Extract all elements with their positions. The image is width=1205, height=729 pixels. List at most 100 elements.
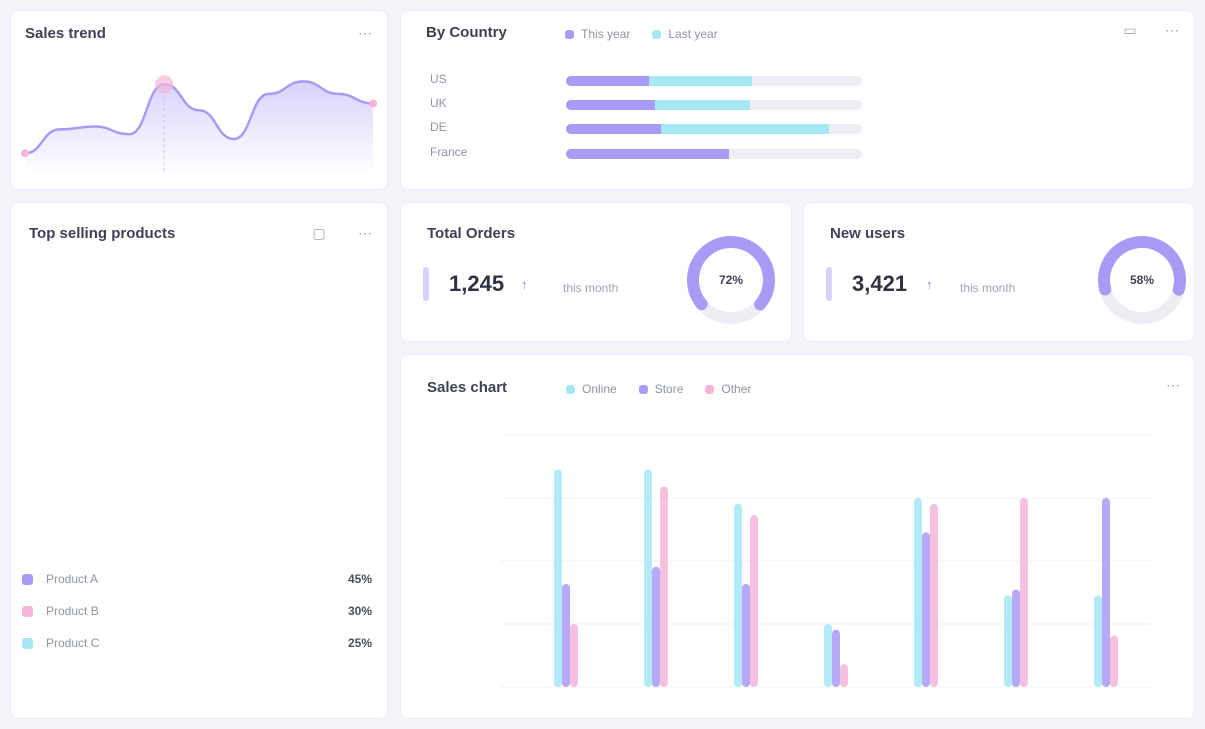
country-bar-this-year	[566, 100, 655, 110]
card-title: Sales trend	[25, 25, 106, 42]
bar-store-4	[922, 532, 930, 687]
bar-store-3	[832, 629, 840, 687]
legend-item: Last year	[652, 27, 718, 41]
more-icon[interactable]: ⋯	[1161, 373, 1185, 397]
legend-item: This year	[565, 27, 630, 41]
bar-other-0	[570, 624, 578, 687]
country-bar-track	[566, 124, 862, 134]
product-name: Product A	[46, 572, 99, 586]
stat-accent	[826, 267, 832, 301]
legend-swatch	[705, 384, 715, 394]
product-value: 30%	[347, 604, 372, 618]
country-legend: This year Last year	[565, 27, 718, 41]
bar-online-5	[1004, 595, 1012, 687]
card-title: Total Orders	[427, 225, 516, 242]
bar-store-6	[1102, 498, 1110, 687]
product-value: 45%	[347, 572, 372, 586]
total-orders-card: Total Orders 1,245 ↑ this month 72%	[400, 202, 792, 342]
product-legend-row: Product C 25%	[22, 634, 372, 654]
bar-store-5	[1012, 589, 1020, 687]
bar-online-3	[824, 624, 832, 687]
bar-other-1	[660, 486, 668, 687]
legend-item: Other	[705, 382, 751, 396]
country-row: UK	[430, 94, 870, 114]
donut-percent: 58%	[1130, 273, 1154, 287]
users-donut: 58%	[1098, 236, 1186, 324]
country-bar-last-year	[654, 100, 750, 110]
legend-label: Other	[721, 382, 752, 396]
legend-swatch	[566, 384, 575, 394]
bar-store-0	[562, 583, 570, 687]
country-row: DE	[430, 118, 870, 138]
country-bar-track	[566, 149, 862, 159]
product-name: Product C	[46, 636, 100, 650]
sales-bar-chart	[501, 434, 1151, 688]
card-title: Sales chart	[427, 379, 508, 396]
legend-swatch	[22, 606, 33, 617]
product-value: 25%	[347, 636, 372, 650]
sales-trend-chart	[21, 75, 377, 175]
bar-online-0	[554, 469, 562, 687]
trend-up-icon: ↑	[926, 277, 933, 292]
sales-chart-card: Sales chart Online Store Other ⋯	[400, 354, 1195, 719]
country-bar-this-year	[566, 76, 649, 86]
legend-swatch	[638, 384, 648, 394]
legend-label: This year	[581, 27, 631, 41]
trend-up-icon: ↑	[521, 277, 528, 292]
legend-label: Store	[654, 382, 684, 396]
trend-end-point	[369, 99, 377, 108]
country-bar-track	[566, 100, 862, 110]
legend-item: Online	[566, 382, 617, 396]
legend-swatch	[652, 29, 662, 39]
country-bar-last-year	[648, 76, 753, 86]
legend-swatch	[22, 638, 33, 649]
bar-online-1	[644, 469, 652, 687]
bar-store-1	[652, 566, 660, 687]
country-bar-track	[566, 76, 862, 86]
legend-label: Online	[582, 382, 617, 396]
legend-swatch	[22, 574, 33, 585]
product-name: Product B	[46, 604, 99, 618]
country-label: DE	[430, 120, 447, 134]
country-label: UK	[430, 96, 447, 110]
bar-online-2	[734, 503, 742, 687]
filter-icon[interactable]: ▭	[1118, 18, 1142, 42]
stat-sub: this month	[563, 281, 619, 295]
country-label: France	[430, 145, 468, 159]
product-legend-row: Product A 45%	[22, 570, 372, 590]
expand-icon[interactable]: ▢	[307, 221, 331, 245]
country-row: France	[430, 143, 870, 163]
country-bar-this-year	[566, 149, 729, 159]
bar-store-2	[742, 583, 750, 687]
card-title: New users	[830, 225, 906, 242]
product-legend-row: Product B 30%	[22, 602, 372, 622]
sales-trend-card: Sales trend ⋯	[10, 10, 388, 190]
bar-online-4	[914, 498, 922, 687]
bar-other-2	[750, 515, 758, 687]
stat-value: 3,421	[852, 271, 908, 296]
sales-chart-legend: Online Store Other	[566, 382, 751, 396]
card-title: By Country	[426, 24, 507, 41]
donut-percent: 72%	[719, 273, 743, 287]
bar-other-6	[1110, 635, 1118, 687]
country-label: US	[430, 72, 447, 86]
country-bar-this-year	[566, 124, 661, 134]
bar-online-6	[1094, 595, 1102, 687]
legend-label: Last year	[668, 27, 718, 41]
bar-other-3	[840, 664, 848, 687]
more-icon[interactable]: ⋯	[353, 221, 377, 245]
card-title: Top selling products	[29, 225, 176, 242]
bar-other-5	[1020, 498, 1028, 687]
legend-swatch	[565, 29, 574, 39]
trend-start-point	[21, 149, 29, 158]
more-icon[interactable]: ⋯	[353, 21, 377, 45]
country-row: US	[430, 70, 870, 90]
orders-donut: 72%	[687, 236, 775, 324]
more-icon[interactable]: ⋯	[1160, 18, 1184, 42]
stat-sub: this month	[960, 281, 1016, 295]
new-users-card: New users 3,421 ↑ this month 58%	[803, 202, 1195, 342]
bar-other-4	[930, 503, 938, 687]
stat-accent	[423, 267, 429, 301]
country-bar-last-year	[660, 124, 830, 134]
stat-value: 1,245	[449, 271, 505, 296]
